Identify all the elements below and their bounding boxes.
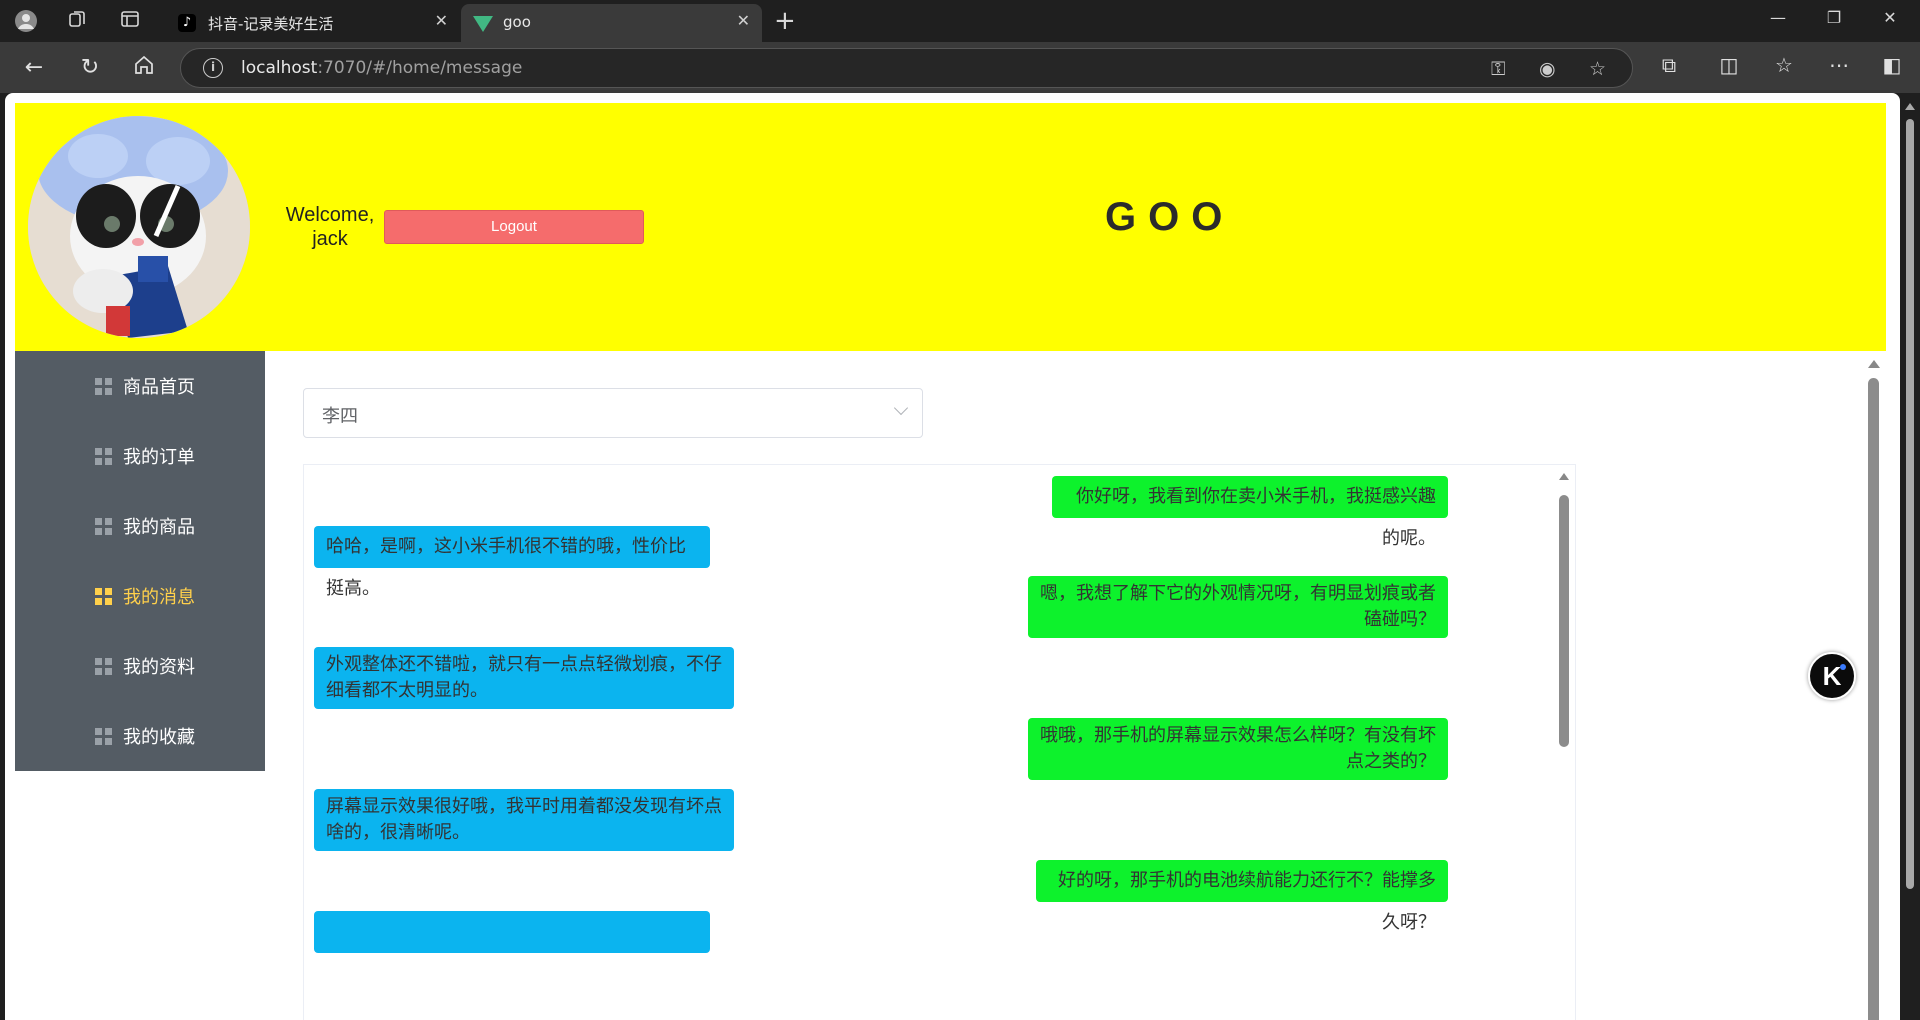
chat-message-received	[314, 911, 710, 953]
chat-message-sent: 好的呀，那手机的电池续航能力还行不？能撑多久呀？	[1036, 860, 1448, 933]
logout-button[interactable]: Logout	[384, 210, 644, 244]
chat-message-sent: 嗯，我想了解下它的外观情况呀，有明显划痕或者磕碰吗？	[1028, 576, 1448, 638]
scroll-up-icon[interactable]	[1868, 360, 1880, 368]
refresh-icon[interactable]: ↻	[76, 54, 104, 82]
favorite-star-icon[interactable]: ☆	[1589, 58, 1606, 80]
page-viewport: Welcome, jack Logout GOO 商品首页 我的订单 我的商品 …	[5, 93, 1900, 1020]
split-screen-icon[interactable]: ◫	[1715, 53, 1743, 77]
chat-message-received: 屏幕显示效果很好哦，我平时用着都没发现有坏点啥的，很清晰呢。	[314, 789, 734, 851]
sidebar-item-orders[interactable]: 我的订单	[15, 421, 265, 491]
grid-icon	[95, 448, 112, 465]
minimize-icon[interactable]: —	[1766, 8, 1790, 27]
grid-icon	[95, 378, 112, 395]
vue-icon	[473, 16, 493, 34]
k-assistant-button[interactable]: K	[1808, 652, 1856, 700]
browser-tab-bar: ♪ 抖音-记录美好生活 ✕ goo ✕ + — ❐ ✕	[0, 0, 1920, 42]
close-tab-icon[interactable]: ✕	[435, 11, 448, 30]
scroll-thumb[interactable]	[1559, 495, 1569, 747]
chat-message-sent: 你好呀，我看到你在卖小米手机，我挺感兴趣的呢。	[1052, 476, 1448, 549]
sidebar-menu: 商品首页 我的订单 我的商品 我的消息 我的资料 我的收藏	[15, 351, 265, 771]
edge-icon[interactable]: ◉	[1539, 58, 1556, 80]
sidebar-item-label: 我的订单	[123, 447, 195, 468]
sidebar-item-profile[interactable]: 我的资料	[15, 631, 265, 701]
welcome-text: Welcome, jack	[285, 204, 375, 250]
grid-icon	[95, 588, 112, 605]
tab-title: 抖音-记录美好生活	[208, 15, 334, 33]
scroll-up-icon[interactable]	[1559, 473, 1569, 480]
scroll-thumb[interactable]	[1906, 119, 1914, 889]
sidebar-item-favorites[interactable]: 我的收藏	[15, 701, 265, 771]
tab-goo[interactable]: goo ✕	[461, 4, 762, 42]
page-header: Welcome, jack Logout GOO	[15, 103, 1886, 351]
sidebar-item-messages[interactable]: 我的消息	[15, 561, 265, 631]
chat-scrollbar[interactable]	[1555, 465, 1571, 1020]
profile-icon[interactable]	[14, 9, 38, 33]
chevron-down-icon	[893, 400, 909, 416]
content-scrollbar[interactable]	[1866, 358, 1882, 1020]
site-info-icon[interactable]: i	[203, 58, 223, 78]
close-window-icon[interactable]: ✕	[1878, 8, 1902, 27]
grid-icon	[95, 518, 112, 535]
address-bar[interactable]: i localhost:7070/#/home/message ⚿ ◉ ☆	[180, 48, 1633, 88]
home-icon[interactable]	[130, 54, 158, 82]
tab-actions-icon[interactable]	[118, 9, 142, 33]
back-icon[interactable]: ←	[20, 54, 48, 82]
brand-title: GOO	[1105, 195, 1235, 239]
key-icon[interactable]: ⚿	[1491, 58, 1505, 80]
extensions-icon[interactable]: ⧉	[1655, 53, 1683, 77]
scroll-up-icon[interactable]	[1905, 103, 1915, 110]
selected-contact: 李四	[322, 406, 358, 427]
sidebar-item-products[interactable]: 我的商品	[15, 491, 265, 561]
page-scrollbar[interactable]	[1900, 93, 1920, 1020]
tab-title: goo	[503, 13, 531, 31]
tab-tiktok[interactable]: ♪ 抖音-记录美好生活 ✕	[166, 4, 460, 42]
avatar	[28, 116, 250, 338]
new-tab-button[interactable]: +	[774, 7, 796, 35]
browser-toolbar: ← ↻ i localhost:7070/#/home/message ⚿ ◉ …	[0, 42, 1920, 93]
status-dot	[1840, 664, 1846, 670]
more-icon[interactable]: ⋯	[1825, 53, 1853, 77]
grid-icon	[95, 658, 112, 675]
sidebar-item-label: 我的消息	[123, 587, 195, 608]
sidebar-item-label: 我的商品	[123, 517, 195, 538]
workspaces-icon[interactable]	[66, 9, 90, 33]
url-text: localhost:7070/#/home/message	[241, 58, 523, 78]
chat-message-received: 外观整体还不错啦，就只有一点点轻微划痕，不仔细看都不太明显的。	[314, 647, 734, 709]
close-tab-icon[interactable]: ✕	[737, 11, 750, 30]
chat-window: 你好呀，我看到你在卖小米手机，我挺感兴趣的呢。 哈哈，是啊，这小米手机很不错的哦…	[303, 464, 1576, 1020]
sidebar-toggle-icon[interactable]: ◧	[1878, 53, 1906, 77]
contact-select[interactable]: 李四	[303, 388, 923, 438]
favorites-icon[interactable]: ☆	[1770, 53, 1798, 77]
chat-message-sent: 哦哦，那手机的屏幕显示效果怎么样呀？有没有坏点之类的？	[1028, 718, 1448, 780]
restore-icon[interactable]: ❐	[1822, 8, 1846, 27]
sidebar-item-label: 我的资料	[123, 657, 195, 678]
tiktok-icon: ♪	[178, 14, 196, 32]
grid-icon	[95, 728, 112, 745]
k-assistant-icon: K	[1822, 661, 1842, 691]
sidebar-item-label: 我的收藏	[123, 727, 195, 748]
chat-message-received: 哈哈，是啊，这小米手机很不错的哦，性价比挺高。	[314, 526, 710, 599]
scroll-thumb[interactable]	[1868, 378, 1879, 1020]
sidebar-item-label: 商品首页	[123, 377, 195, 398]
sidebar-item-home[interactable]: 商品首页	[15, 351, 265, 421]
